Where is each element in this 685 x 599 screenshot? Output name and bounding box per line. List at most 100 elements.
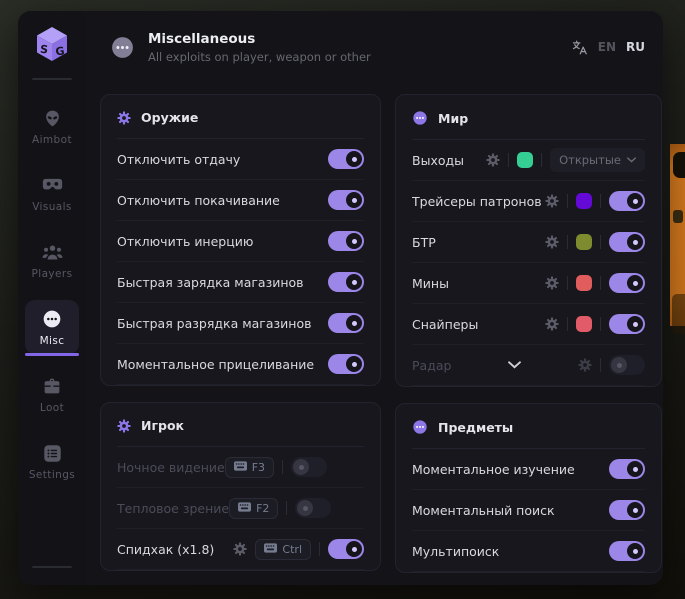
sidebar-item-aimbot[interactable]: Aimbot <box>25 99 79 153</box>
toggle-switch[interactable] <box>328 190 364 210</box>
gear-icon[interactable] <box>486 153 500 167</box>
toggle-switch[interactable] <box>328 539 364 559</box>
app-window: S G Aimbot Visuals Players Misc Loot Settings… <box>18 11 663 585</box>
content-column-right: МирВыходыОткрытыеТрейсеры патроновБТРМин… <box>395 94 662 585</box>
separator <box>600 276 601 290</box>
toggle-switch[interactable] <box>609 500 645 520</box>
language-option-en[interactable]: EN <box>598 40 616 54</box>
sidebar-nav: Aimbot Visuals Players Misc Loot Settings <box>18 86 86 488</box>
page-title: Miscellaneous <box>148 31 371 47</box>
vr-goggles-icon <box>42 175 63 195</box>
row-controls: Ctrl <box>233 539 364 560</box>
sidebar-divider <box>32 78 72 80</box>
color-swatch[interactable] <box>517 152 533 168</box>
hotkey-label: Ctrl <box>282 543 302 556</box>
toggle-knob <box>627 234 643 250</box>
toggle-knob <box>627 193 643 209</box>
color-swatch[interactable] <box>576 275 592 291</box>
toggle-switch[interactable] <box>328 272 364 292</box>
row-controls <box>328 272 364 292</box>
toggle-knob <box>627 275 643 291</box>
sidebar: S G Aimbot Visuals Players Misc Loot Settings <box>18 11 86 585</box>
toggle-knob <box>346 274 362 290</box>
hotkey-badge[interactable]: F2 <box>229 498 278 519</box>
hotkey-badge[interactable]: F3 <box>225 457 274 478</box>
row-label: Тепловое зрение <box>117 501 229 516</box>
separator <box>286 501 287 515</box>
chevron-down-icon[interactable] <box>451 361 578 369</box>
svg-text:S: S <box>39 43 48 57</box>
row-label: Спидхак (x1.8) <box>117 542 233 557</box>
toggle-switch[interactable] <box>609 232 645 252</box>
gear-icon[interactable] <box>578 358 592 372</box>
toggle-switch[interactable] <box>609 541 645 561</box>
toggle-switch[interactable] <box>328 231 364 251</box>
row-controls: F2 <box>229 498 331 519</box>
dots-circle-icon <box>110 35 135 60</box>
gear-icon[interactable] <box>545 317 559 331</box>
row-controls <box>328 354 364 374</box>
gear-icon[interactable] <box>233 542 247 556</box>
svg-text:G: G <box>55 44 65 58</box>
color-swatch[interactable] <box>576 316 592 332</box>
toggle-row: Мультипоиск <box>412 531 645 572</box>
players-icon <box>42 242 63 262</box>
toggle-knob <box>627 543 643 559</box>
row-label: Отключить покачивание <box>117 193 328 208</box>
sidebar-divider <box>32 566 72 568</box>
color-swatch[interactable] <box>576 193 592 209</box>
separator <box>600 194 601 208</box>
section-card: ОружиеОтключить отдачуОтключить покачива… <box>100 94 381 386</box>
toggle-switch[interactable] <box>609 314 645 334</box>
row-controls <box>328 190 364 210</box>
separator <box>567 235 568 249</box>
sidebar-item-misc[interactable]: Misc <box>25 300 79 354</box>
alien-icon <box>43 108 62 128</box>
sidebar-item-label: Visuals <box>32 201 72 213</box>
toggle-switch[interactable] <box>291 457 327 477</box>
gear-icon[interactable] <box>545 235 559 249</box>
toggle-switch[interactable] <box>328 149 364 169</box>
toggle-knob <box>346 151 362 167</box>
sidebar-item-settings[interactable]: Settings <box>25 434 79 488</box>
toggle-switch[interactable] <box>609 273 645 293</box>
toggle-switch[interactable] <box>295 498 331 518</box>
separator <box>567 194 568 208</box>
color-swatch[interactable] <box>576 234 592 250</box>
gear-icon[interactable] <box>545 276 559 290</box>
section-header: Игрок <box>117 403 364 447</box>
row-label: Быстрая зарядка магазинов <box>117 275 328 290</box>
separator <box>600 317 601 331</box>
toggle-switch[interactable] <box>609 459 645 479</box>
toggle-switch[interactable] <box>609 191 645 211</box>
toggle-knob <box>346 356 362 372</box>
sidebar-item-visuals[interactable]: Visuals <box>25 166 79 220</box>
sidebar-item-loot[interactable]: Loot <box>25 367 79 421</box>
row-controls <box>609 541 645 561</box>
toggle-row: Быстрая разрядка магазинов <box>117 303 364 344</box>
background-art-mark <box>673 152 685 178</box>
page-header: Miscellaneous All exploits on player, we… <box>86 11 663 83</box>
hotkey-badge[interactable]: Ctrl <box>255 539 311 560</box>
section-title: Оружие <box>141 110 198 125</box>
page-subtitle: All exploits on player, weapon or other <box>148 50 371 64</box>
toggle-row: Ночное видениеF3 <box>117 447 364 488</box>
row-controls <box>545 191 645 211</box>
hotkey-label: F2 <box>256 502 269 515</box>
row-controls <box>578 355 645 375</box>
section-header: Мир <box>412 95 645 140</box>
toggle-switch[interactable] <box>328 354 364 374</box>
content-area: ОружиеОтключить отдачуОтключить покачива… <box>86 83 663 585</box>
toggle-switch[interactable] <box>328 313 364 333</box>
toggle-knob <box>627 502 643 518</box>
briefcase-icon <box>42 376 62 396</box>
dropdown-select[interactable]: Открытые <box>550 148 645 172</box>
toggle-switch[interactable] <box>609 355 645 375</box>
section-header: Предметы <box>412 404 645 449</box>
toggle-row: Отключить инерцию <box>117 221 364 262</box>
gear-icon[interactable] <box>545 194 559 208</box>
translate-icon <box>571 39 588 56</box>
language-option-ru[interactable]: RU <box>626 40 645 54</box>
sidebar-item-players[interactable]: Players <box>25 233 79 287</box>
toggle-knob <box>627 461 643 477</box>
